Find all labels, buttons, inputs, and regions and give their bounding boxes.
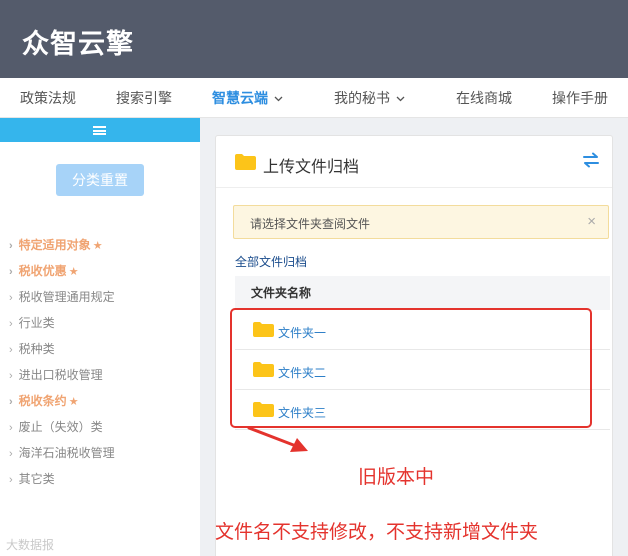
notice-banner: 请选择文件夹查阅文件 × [233,205,609,239]
annotation-arrow-icon [247,426,308,452]
star-icon: ★ [68,266,79,278]
notice-text: 请选择文件夹查阅文件 [250,217,371,231]
annotation-old-version: 旧版本中 [358,467,435,488]
star-icon: ★ [92,240,103,252]
chevron-right-icon: › [9,474,13,486]
nav-item-secretary[interactable]: 我的秘书 [334,78,405,118]
panel-header: 上传文件归档 [216,136,612,188]
folder-icon [235,154,256,170]
category-label: 废止（失效）类 [18,420,103,434]
category-label: 特定适用对象 [18,238,91,252]
category-label: 税种类 [18,342,55,356]
nav-item-manual[interactable]: 操作手册 [552,78,608,118]
nav-item-mall[interactable]: 在线商城 [456,78,512,118]
chevron-right-icon: › [9,266,13,278]
close-icon[interactable]: × [587,213,596,231]
nav-item-policy[interactable]: 政策法规 [20,78,76,118]
category-label: 税收条约 [18,394,67,408]
sidebar-category-item[interactable]: › 税收管理通用规定 [0,284,200,310]
category-label: 进出口税收管理 [18,368,103,382]
category-label: 其它类 [18,472,55,486]
watermark: 大数据报 [6,538,55,552]
annotation-limitation: 文件名不支持修改，不支持新增文件夹 [215,522,539,543]
sidebar-category-item[interactable]: › 行业类 [0,310,200,336]
nav-item-smart-cloud[interactable]: 智慧云端 [212,78,283,118]
sidebar-category-item[interactable]: › 税收优惠 ★ [0,258,200,284]
sidebar-category-item[interactable]: › 税种类 [0,336,200,362]
chevron-right-icon: › [9,292,13,304]
table-header: 文件夹名称 [235,276,610,310]
chevron-down-icon [396,96,405,102]
chevron-right-icon: › [9,422,13,434]
chevron-down-icon [274,96,283,102]
sidebar-toggle[interactable] [0,118,200,142]
sidebar-category-item[interactable]: › 进出口税收管理 [0,362,200,388]
chevron-right-icon: › [9,396,13,408]
sidebar: 分类重置 › 特定适用对象 ★ › 税收优惠 ★ › 税收管理通用规定 › 行业类 › 税种类 › 进出口… [0,118,200,556]
chevron-right-icon: › [9,448,13,460]
category-reset-button[interactable]: 分类重置 [56,164,144,196]
top-bar: 众智云擎 [0,0,628,78]
app-logo[interactable]: 众智云擎 [22,22,134,61]
category-label: 税收优惠 [18,264,67,278]
category-label: 行业类 [18,316,55,330]
nav-item-label: 我的秘书 [334,90,390,106]
sidebar-category-item[interactable]: › 税收条约 ★ [0,388,200,414]
category-label: 海洋石油税收管理 [18,446,115,460]
category-label: 税收管理通用规定 [18,290,115,304]
swap-icon[interactable] [582,152,600,168]
chevron-right-icon: › [9,370,13,382]
all-archives-link[interactable]: 全部文件归档 [235,253,307,270]
chevron-right-icon: › [9,318,13,330]
panel-title: 上传文件归档 [263,159,360,176]
sidebar-category-item[interactable]: › 其它类 [0,466,200,492]
sidebar-category-item[interactable]: › 特定适用对象 ★ [0,232,200,258]
star-icon: ★ [68,396,79,408]
nav-item-label: 智慧云端 [212,90,268,106]
category-list: › 特定适用对象 ★ › 税收优惠 ★ › 税收管理通用规定 › 行业类 › 税种类 › 进出口税收管理 ›… [0,232,200,492]
sidebar-category-item[interactable]: › 海洋石油税收管理 [0,440,200,466]
sidebar-category-item[interactable]: › 废止（失效）类 [0,414,200,440]
chevron-right-icon: › [9,240,13,252]
chevron-right-icon: › [9,344,13,356]
main-nav: 政策法规 搜索引擎 智慧云端 我的秘书 在线商城 操作手册 [0,78,628,118]
annotation-highlight-box [230,308,592,428]
nav-item-search[interactable]: 搜索引擎 [116,78,172,118]
hamburger-icon[interactable] [93,126,106,135]
